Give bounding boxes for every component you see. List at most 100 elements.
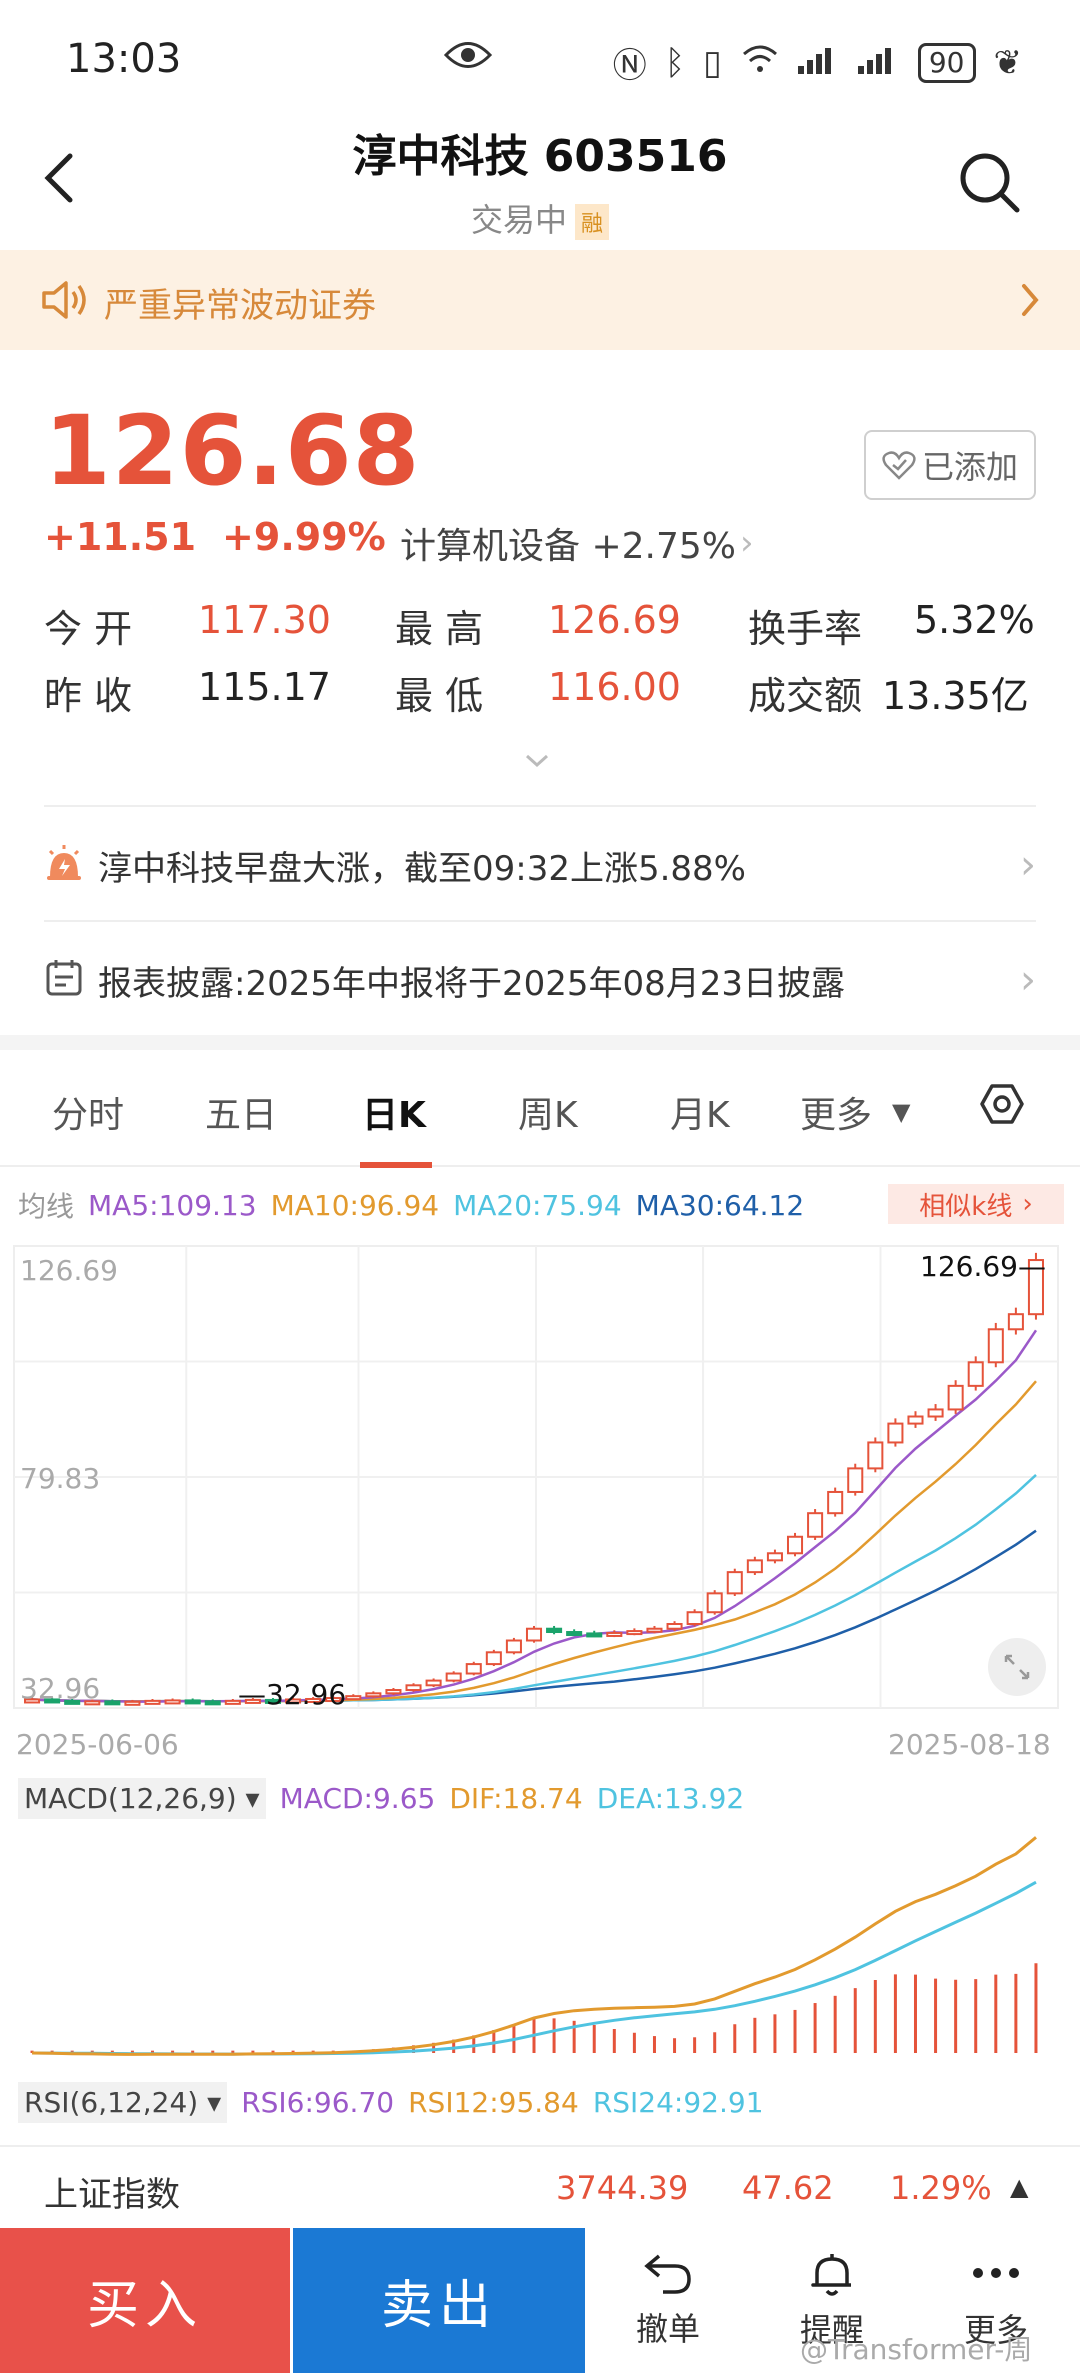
watchlist-added-label: 已添加 <box>921 448 1018 486</box>
kline-chart[interactable] <box>0 1240 1080 1725</box>
trading-status: 交易中融 <box>0 195 1080 241</box>
change-percent: +9.99% <box>222 515 386 559</box>
more-dots-icon <box>973 2267 1019 2278</box>
candle <box>626 1628 643 1636</box>
candle <box>847 1463 864 1496</box>
candle <box>686 1609 703 1627</box>
battery-icon: 90 <box>917 42 976 83</box>
candle <box>807 1509 824 1540</box>
candle <box>827 1487 844 1517</box>
y-axis-mid: 79.83 <box>20 1462 101 1495</box>
settings-hex-icon[interactable] <box>978 1080 1026 1132</box>
tab-five-day[interactable]: 五日 <box>205 1086 277 1138</box>
candle <box>144 1698 161 1705</box>
caret-up-icon[interactable]: ▲ <box>1010 2173 1028 2201</box>
candle <box>365 1691 382 1698</box>
warning-banner[interactable]: 严重异常波动证券 <box>0 250 1080 350</box>
leaf-icon: ❦ <box>993 42 1023 83</box>
stat-low-value: 116.00 <box>548 665 681 709</box>
y-axis-bottom: 32.96 <box>20 1672 101 1705</box>
news-text: 淳中科技早盘大涨，截至09:32上涨5.88% <box>98 848 746 889</box>
index-name: 上证指数 <box>44 2175 180 2215</box>
similar-kline-button[interactable]: 相似k线 › <box>888 1184 1064 1224</box>
stat-high-value: 126.69 <box>548 598 681 642</box>
ma10-line <box>31 1380 1037 1703</box>
expand-icon[interactable] <box>988 1638 1046 1696</box>
status-time: 13:03 <box>66 36 182 82</box>
macd-value: MACD:9.65 <box>279 1782 436 1815</box>
news-item[interactable]: 淳中科技早盘大涨，截至09:32上涨5.88% › <box>44 810 1044 920</box>
sector-link[interactable]: 计算机设备 +2.75% › <box>400 517 754 569</box>
index-bar[interactable]: 上证指数 3744.39 47.62 1.29% ▲ <box>0 2145 1080 2227</box>
tab-weekly-k[interactable]: 周K <box>518 1086 578 1138</box>
index-change: 47.62 <box>742 2169 834 2207</box>
rsi-selector[interactable]: RSI(6,12,24) ▾ <box>18 2082 228 2123</box>
trading-status-text: 交易中 <box>470 201 567 239</box>
wifi-icon <box>740 43 780 83</box>
ma5-line <box>31 1329 1038 1703</box>
candle <box>566 1629 583 1637</box>
undo-icon <box>644 2254 691 2294</box>
x-axis-start: 2025-06-06 <box>16 1728 179 1761</box>
max-marker: 126.69— <box>920 1250 1046 1283</box>
expand-chevron-icon[interactable] <box>522 752 552 774</box>
candle <box>706 1590 723 1615</box>
search-button[interactable] <box>955 148 1025 218</box>
bell-icon <box>811 2253 851 2296</box>
candle <box>586 1630 603 1638</box>
tab-intraday[interactable]: 分时 <box>52 1086 124 1138</box>
sell-button[interactable]: 卖出 <box>293 2228 585 2373</box>
candle <box>786 1532 804 1557</box>
chevron-right-icon: › <box>1020 842 1036 888</box>
divider <box>44 920 1036 922</box>
candle <box>746 1556 763 1575</box>
dea-value: DEA:13.92 <box>596 1782 745 1815</box>
ma30-value: MA30:64.12 <box>635 1188 805 1222</box>
alarm-icon <box>44 843 84 887</box>
heart-check-icon <box>882 451 916 480</box>
chevron-right-icon <box>1018 280 1042 324</box>
macd-selector[interactable]: MACD(12,26,9) ▾ <box>18 1778 266 1819</box>
ma5-value: MA5:109.13 <box>88 1188 257 1222</box>
dif-value: DIF:18.74 <box>449 1782 583 1815</box>
tab-monthly-k[interactable]: 月K <box>670 1086 730 1138</box>
sector-text: 计算机设备 +2.75% <box>400 526 736 567</box>
tab-more[interactable]: 更多 ▼ <box>800 1086 910 1138</box>
cancel-order-button[interactable]: 撤单 <box>588 2228 748 2373</box>
stat-amount-label: 成交额 <box>748 674 863 718</box>
news-item[interactable]: 报表披露:2025年中报将于2025年08月23日披露 › <box>44 925 1044 1035</box>
signal-icon-2 <box>857 43 900 83</box>
divider <box>44 805 1036 807</box>
candle <box>967 1356 984 1391</box>
candle <box>465 1661 482 1676</box>
nfc-icon: Ⓝ <box>612 46 647 86</box>
buy-button[interactable]: 买入 <box>0 2228 290 2373</box>
ma30-line <box>31 1529 1037 1703</box>
status-icons: Ⓝ ᛒ ▯ 90 ❦ <box>613 38 1022 87</box>
candle <box>907 1411 924 1428</box>
watchlist-added-button[interactable]: 已添加 <box>864 430 1036 500</box>
stat-low-label: 最 低 <box>395 674 484 718</box>
candle <box>726 1568 743 1596</box>
stat-turnover-label: 换手率 <box>748 607 863 651</box>
candle <box>505 1637 522 1655</box>
tab-more-label: 更多 <box>800 1095 873 1136</box>
candle <box>485 1649 502 1667</box>
candle <box>164 1698 181 1705</box>
rsi24-value: RSI24:92.91 <box>592 2086 764 2119</box>
macd-legend: MACD(12,26,9) ▾ MACD:9.65 DIF:18.74 DEA:… <box>18 1778 744 1819</box>
chevron-right-icon: › <box>1022 1189 1033 1219</box>
chart-tabs: 分时 五日 日K 周K 月K 更多 ▼ <box>0 1050 1080 1167</box>
index-percent: 1.29% <box>890 2169 992 2207</box>
x-axis-end: 2025-08-18 <box>888 1728 1051 1761</box>
active-tab-indicator <box>360 1162 432 1168</box>
macd-label: MACD(12,26,9) <box>24 1782 237 1815</box>
y-axis-top: 126.69 <box>20 1254 118 1287</box>
stat-open-value: 117.30 <box>198 598 331 642</box>
stat-prev-value: 115.17 <box>198 665 331 709</box>
rsi6-value: RSI6:96.70 <box>241 2086 395 2119</box>
status-bar: 13:03 Ⓝ ᛒ ▯ 90 ❦ <box>0 0 1080 120</box>
tab-daily-k[interactable]: 日K <box>362 1086 426 1138</box>
ma-legend: 均线 MA5:109.13 MA10:96.94 MA20:75.94 MA30… <box>18 1185 804 1225</box>
banner-text: 严重异常波动证券 <box>104 286 376 326</box>
